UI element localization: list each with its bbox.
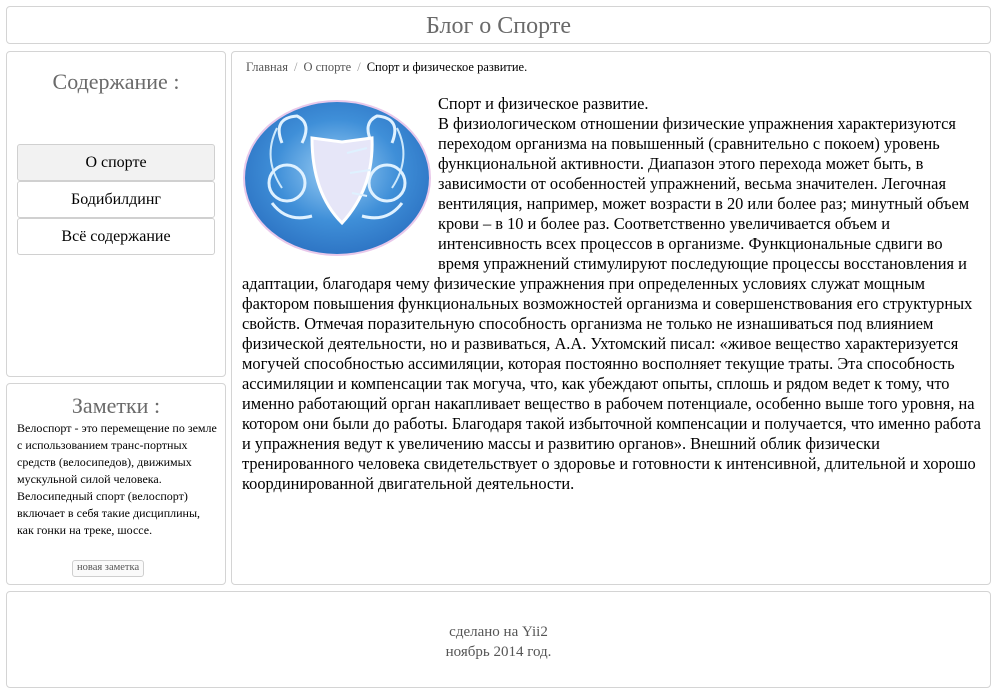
breadcrumb-home-link[interactable]: Главная	[246, 60, 288, 74]
notes-heading: Заметки :	[71, 393, 161, 418]
site-header: Блог о Спорте	[6, 6, 991, 44]
site-title[interactable]: Блог о Спорте	[7, 7, 990, 45]
breadcrumb-current: Спорт и физическое развитие.	[366, 60, 528, 74]
athletes-shield-emblem-icon	[243, 100, 431, 256]
article: Спорт и физическое развитие. В физиологи…	[242, 94, 984, 494]
breadcrumb-separator: /	[357, 60, 361, 74]
footer-credit: сделано на Yii2	[449, 624, 548, 640]
breadcrumb-section-link[interactable]: О спорте	[303, 60, 351, 74]
main-content: Главная / О спорте / Спорт и физическое разв…	[231, 51, 991, 585]
sidebar-item-all-content[interactable]: Всё содержание	[17, 218, 215, 255]
footer-date: ноябрь 2014 год.	[445, 644, 552, 660]
note-text: Велоспорт - это перемещение по земле с и…	[17, 421, 217, 537]
new-note-button[interactable]: новая заметка	[72, 560, 145, 577]
sidebar-item-bodybuilding[interactable]: Бодибилдинг	[17, 181, 215, 218]
site-footer: сделано на Yii2 ноябрь 2014 год.	[6, 591, 991, 688]
sidebar-menu: Содержание : О спорте Бодибилдинг Всё со…	[6, 51, 226, 377]
sidebar-item-about-sport[interactable]: О спорте	[17, 144, 215, 181]
notes-panel: Заметки : Велоспорт - это перемещение по…	[6, 383, 226, 585]
breadcrumb: Главная / О спорте / Спорт и физическое разв…	[246, 59, 527, 75]
breadcrumb-separator: /	[293, 60, 298, 74]
sidebar-heading: Содержание :	[52, 69, 180, 94]
